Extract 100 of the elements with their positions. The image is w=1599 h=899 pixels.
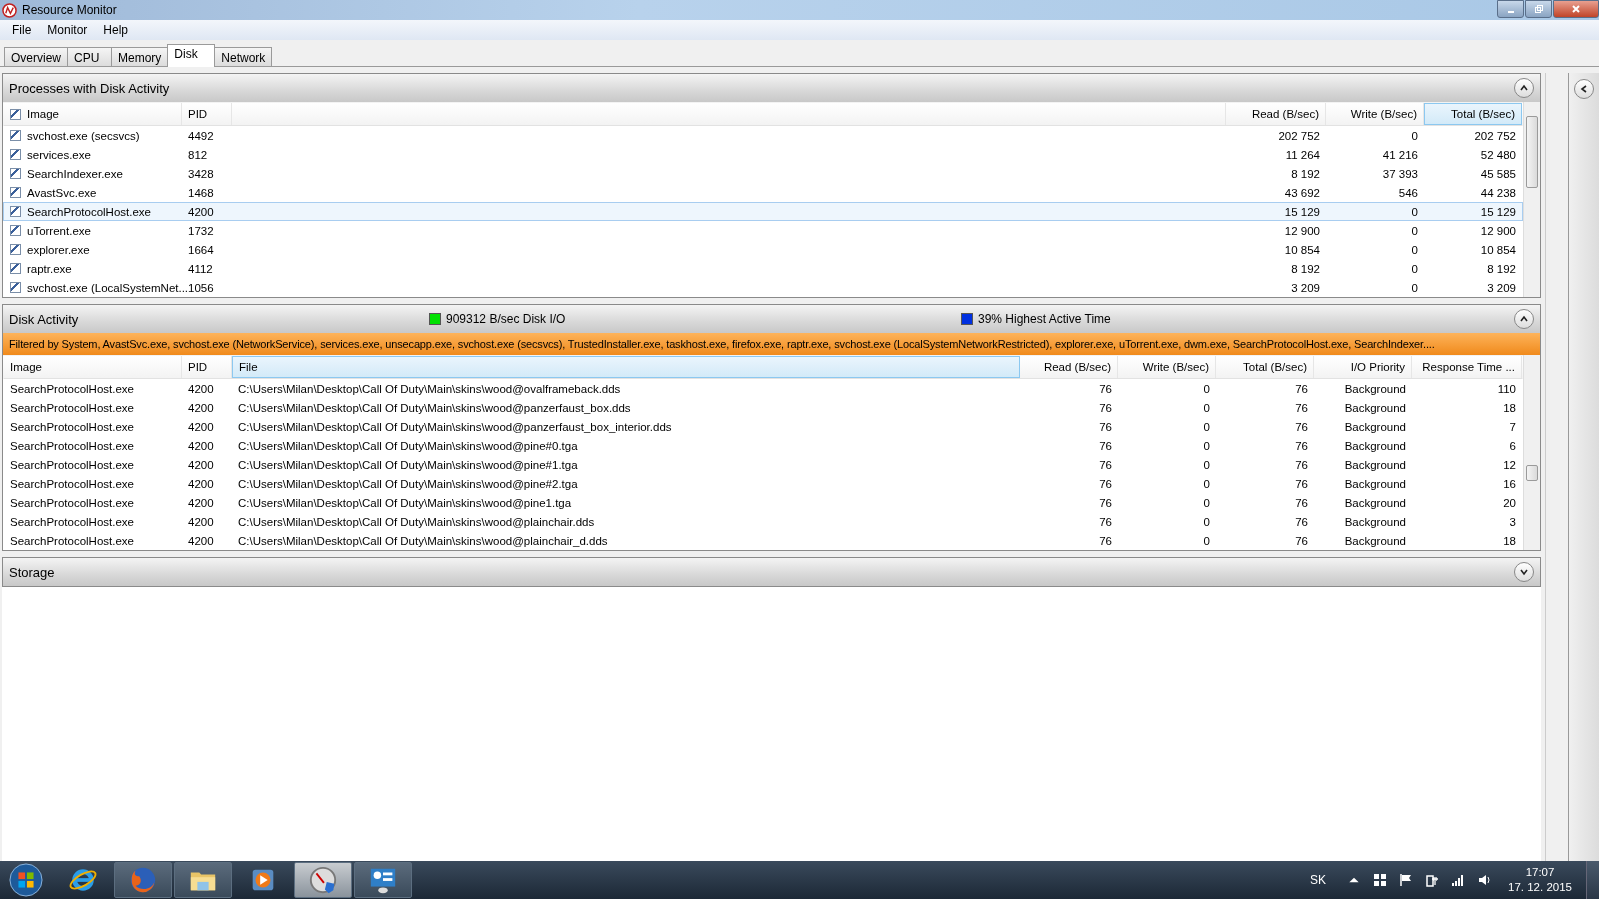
checkbox[interactable]: [10, 206, 21, 217]
clock-time[interactable]: 17:07: [1525, 865, 1555, 880]
taskbar-button[interactable]: [174, 862, 232, 898]
table-cell-text: 76: [1098, 514, 1113, 530]
table-cell-text: 76: [1098, 495, 1113, 511]
restore-icon: [1533, 4, 1544, 14]
section-header[interactable]: Processes with Disk Activity: [3, 74, 1540, 102]
taskbar-button[interactable]: [354, 862, 412, 898]
table-cell-text: 6: [1508, 438, 1517, 454]
expand-button[interactable]: [1514, 562, 1534, 582]
table-cell: uTorrent.exe: [27, 224, 91, 237]
table-cell-text: Background: [1343, 457, 1407, 473]
tab[interactable]: Memory: [111, 47, 169, 66]
flag-icon[interactable]: [1399, 873, 1414, 887]
restore-button[interactable]: [1525, 0, 1552, 18]
table-cell-text: 3 209: [1290, 280, 1321, 296]
checkbox[interactable]: [10, 244, 21, 255]
speaker-icon[interactable]: [1477, 873, 1492, 887]
table-cell-text: 3: [1508, 514, 1517, 530]
table-cell-text: 7: [1508, 419, 1517, 435]
column-header[interactable]: File: [232, 356, 1020, 378]
table-cell-text: SearchProtocolHost.exe: [9, 400, 135, 416]
section-title: Disk Activity: [9, 311, 80, 327]
table-cell-text: 37 393: [1381, 166, 1419, 182]
table-cell-text: SearchProtocolHost.exe: [9, 438, 135, 454]
scrollbar[interactable]: [1523, 102, 1540, 297]
scrollbar[interactable]: [1523, 355, 1540, 550]
table-cell: AvastSvc.exe: [27, 186, 97, 199]
expand-panel-button[interactable]: [1574, 79, 1594, 99]
section-title: Processes with Disk Activity: [9, 80, 170, 96]
menu-item[interactable]: File: [4, 23, 40, 37]
signal-bars-icon[interactable]: [1451, 873, 1466, 887]
column-header[interactable]: Image: [4, 356, 182, 378]
section-header[interactable]: Disk Activity 909312 B/sec Disk I/O 39% Highest Active Time: [3, 305, 1540, 333]
checkbox[interactable]: [10, 225, 21, 236]
checkbox[interactable]: [10, 282, 21, 293]
table-cell-text: 15 129: [1283, 204, 1321, 220]
table-cell-text: 10 854: [1283, 242, 1321, 258]
section-header[interactable]: Storage: [3, 558, 1540, 586]
minimize-button[interactable]: [1497, 0, 1524, 18]
collapse-button[interactable]: [1514, 309, 1534, 329]
column-header[interactable]: Write (B/sec): [1118, 356, 1216, 378]
tab[interactable]: Overview: [4, 47, 68, 66]
table-cell-text: 8 192: [1486, 261, 1517, 277]
checkbox[interactable]: [10, 130, 21, 141]
collapse-button[interactable]: [1514, 78, 1534, 98]
table-cell-text: 43 692: [1283, 185, 1321, 201]
column-header[interactable]: Read (B/sec): [1226, 103, 1326, 125]
column-header[interactable]: Total (B/sec): [1216, 356, 1314, 378]
checkbox[interactable]: [10, 168, 21, 179]
column-header[interactable]: I/O Priority: [1314, 356, 1412, 378]
windows-flag-icon[interactable]: [1373, 873, 1388, 887]
table-cell-text: 10 854: [1479, 242, 1517, 258]
table-cell-text: 0: [1410, 223, 1419, 239]
table-cell-text: 76: [1294, 514, 1309, 530]
windows-logo-icon: [9, 863, 43, 897]
table-cell-text: 76: [1294, 419, 1309, 435]
tab[interactable]: Disk: [167, 44, 216, 67]
checkbox[interactable]: [10, 187, 21, 198]
table-cell-text: 4200: [187, 438, 215, 454]
table-cell-text: C:\Users\Milan\Desktop\Call Of Duty\Main\skins\wood@panzerfaust_box_interior.dds: [237, 419, 673, 435]
table-cell-text: 0: [1202, 457, 1211, 473]
table-cell-text: SearchProtocolHost.exe: [9, 533, 135, 549]
power-plug-icon[interactable]: [1425, 873, 1440, 887]
table-cell-text: 0: [1202, 533, 1211, 549]
table-cell-text: 76: [1294, 400, 1309, 416]
tab[interactable]: CPU: [67, 47, 112, 66]
window-title: Resource Monitor: [22, 3, 117, 17]
menu-item[interactable]: Help: [95, 23, 137, 37]
table-cell-text: 4492: [187, 128, 215, 144]
column-header[interactable]: Response Time ...: [1412, 356, 1522, 378]
table-cell-text: 4200: [187, 204, 215, 220]
checkbox[interactable]: [10, 108, 21, 120]
column-header[interactable]: Read (B/sec): [1020, 356, 1118, 378]
table-cell-text: Background: [1343, 495, 1407, 511]
column-header[interactable]: Image: [27, 108, 59, 120]
checkbox[interactable]: [10, 263, 21, 274]
column-header[interactable]: PID: [182, 103, 232, 125]
close-button[interactable]: [1553, 0, 1599, 18]
table-cell-text: 76: [1294, 457, 1309, 473]
table-cell-text: Background: [1343, 514, 1407, 530]
table-cell-text: Background: [1343, 533, 1407, 549]
table-cell-text: SearchProtocolHost.exe: [9, 495, 135, 511]
menu-item[interactable]: Monitor: [39, 23, 96, 37]
selected-row[interactable]: SearchProtocolHost.exe 4200 15 129 0 15 129: [3, 202, 1523, 221]
table-cell-text: Background: [1343, 438, 1407, 454]
table-cell-text: 3 209: [1486, 280, 1517, 296]
clock-date[interactable]: 17. 12. 2015: [1508, 880, 1572, 895]
table-cell: raptr.exe: [27, 262, 72, 275]
table-cell-text: 1468: [187, 185, 215, 201]
language-indicator[interactable]: SK: [1310, 873, 1327, 887]
table-cell-text: C:\Users\Milan\Desktop\Call Of Duty\Main\skins\wood@panzerfaust_box.dds: [237, 400, 632, 416]
table-cell-text: 52 480: [1479, 147, 1517, 163]
checkbox[interactable]: [10, 149, 21, 160]
taskbar-button[interactable]: [294, 862, 352, 898]
table-cell: svchost.exe (secsvcs): [27, 129, 140, 142]
table-cell-text: Background: [1343, 476, 1407, 492]
table-cell-text: C:\Users\Milan\Desktop\Call Of Duty\Main\skins\wood@plainchair_d.dds: [237, 533, 609, 549]
tab[interactable]: Network: [214, 47, 273, 66]
column-header[interactable]: Total (B/sec): [1424, 103, 1522, 125]
